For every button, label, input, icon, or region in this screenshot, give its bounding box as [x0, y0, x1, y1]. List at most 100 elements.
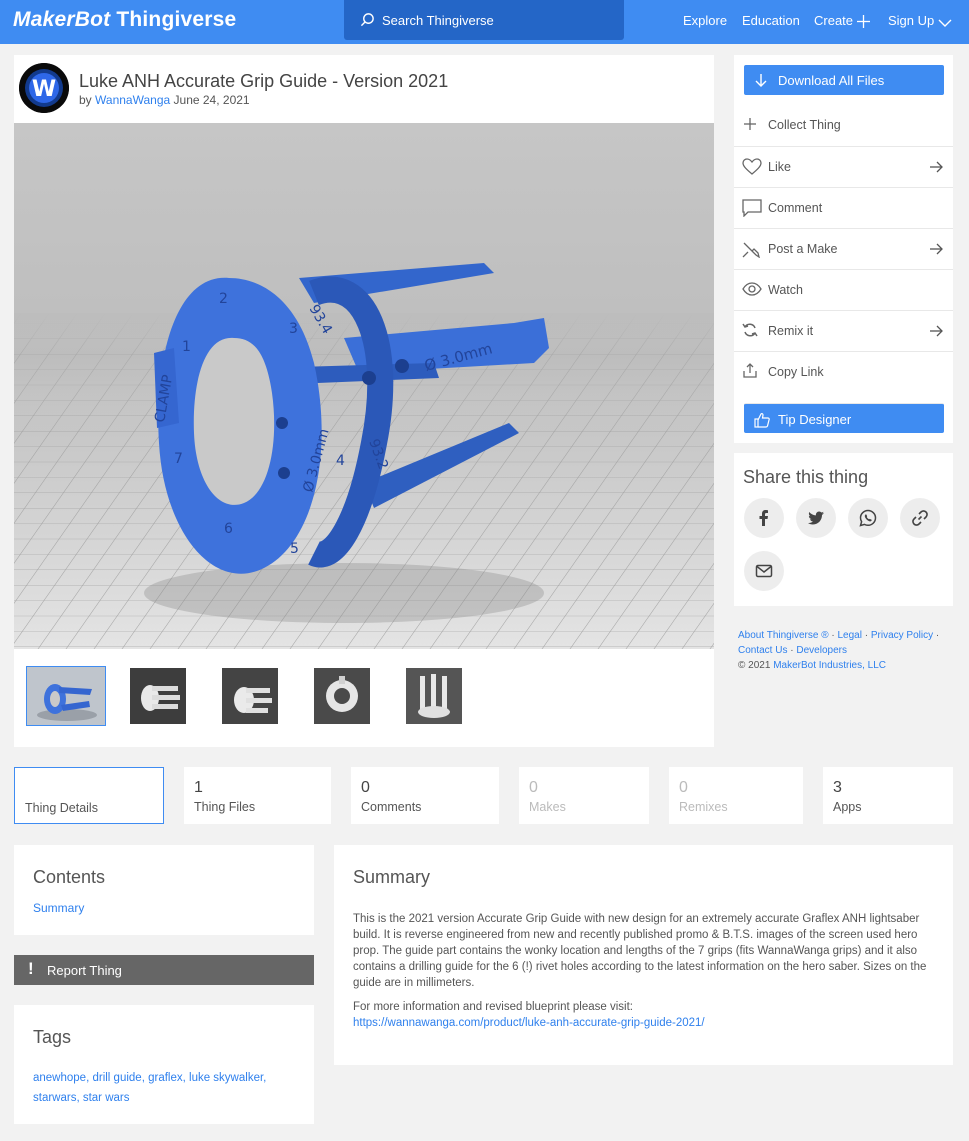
nav-explore[interactable]: Explore: [683, 13, 727, 28]
report-label: Report Thing: [47, 963, 122, 978]
svg-text:7: 7: [174, 451, 183, 467]
heart-icon: [742, 158, 762, 175]
thumbnail-image: [27, 667, 105, 725]
thumbnail-3[interactable]: [222, 668, 278, 724]
tab-remixes[interactable]: 0 Remixes: [669, 767, 803, 824]
thumbnail-4[interactable]: [314, 668, 370, 724]
nav-education[interactable]: Education: [742, 13, 800, 28]
facebook-share-button[interactable]: [744, 498, 784, 538]
main-image[interactable]: CLAMP Ø 3.0mm Ø 3.0mm 93.4 93.2 1 2 3 4 …: [14, 123, 714, 649]
footer-company-link[interactable]: MakerBot Industries, LLC: [773, 660, 886, 671]
search-icon: [360, 13, 374, 27]
site-footer: About Thingiverse ® · Legal · Privacy Po…: [738, 628, 963, 673]
actions-card: Download All Files Collect Thing Like Co…: [734, 55, 953, 443]
post-a-make-button[interactable]: Post a Make: [734, 228, 953, 269]
avatar[interactable]: W: [19, 63, 69, 113]
search-bar[interactable]: [344, 0, 624, 40]
summary-card: Summary This is the 2021 version Accurat…: [334, 845, 953, 1065]
collect-thing-button[interactable]: Collect Thing: [734, 105, 953, 146]
tab-label: Thing Details: [25, 801, 98, 815]
tag-link[interactable]: starwars: [33, 1092, 76, 1104]
link-share-button[interactable]: [900, 498, 940, 538]
footer-copyright: © 2021: [738, 660, 771, 671]
footer-sep: ·: [935, 630, 940, 641]
tab-thing-details[interactable]: Thing Details: [14, 767, 164, 824]
svg-text:W: W: [32, 77, 56, 102]
tab-count: 0: [361, 779, 370, 796]
email-share-button[interactable]: [744, 551, 784, 591]
thumbs-up-icon: [754, 412, 770, 428]
mail-icon: [755, 564, 773, 578]
summary-paragraph: For more information and revised bluepri…: [353, 1001, 633, 1013]
comment-button[interactable]: Comment: [734, 187, 953, 228]
footer-legal-link[interactable]: Legal: [837, 630, 861, 641]
tags-title: Tags: [33, 1027, 72, 1047]
comment-label: Comment: [768, 201, 823, 215]
thumbnail-image: [406, 668, 462, 724]
author-link[interactable]: WannaWanga: [95, 93, 170, 107]
thumbnail-image: [314, 668, 370, 724]
tab-apps[interactable]: 3 Apps: [823, 767, 953, 824]
tab-makes[interactable]: 0 Makes: [519, 767, 649, 824]
copy-link-button[interactable]: Copy Link: [734, 351, 953, 392]
copy-link-label: Copy Link: [768, 365, 824, 379]
tag-link[interactable]: graflex: [148, 1072, 183, 1084]
footer-contact-link[interactable]: Contact Us: [738, 645, 787, 656]
search-input[interactable]: [382, 10, 612, 30]
tab-label: Makes: [529, 800, 566, 814]
tag-link[interactable]: star wars: [83, 1092, 130, 1104]
remix-button[interactable]: Remix it: [734, 310, 953, 351]
tag-link[interactable]: drill guide: [92, 1072, 141, 1084]
tab-comments[interactable]: 0 Comments: [351, 767, 499, 824]
tag-link[interactable]: anewhope: [33, 1072, 86, 1084]
nav-sign-up[interactable]: Sign Up: [888, 13, 952, 28]
tag-list: anewhope, drill guide, graflex, luke sky…: [33, 1068, 293, 1108]
thumbnail-1[interactable]: [26, 666, 106, 726]
share-upload-icon: [743, 363, 757, 378]
thumbnail-5[interactable]: [406, 668, 462, 724]
blueprint-link[interactable]: https://wannawanga.com/product/luke-anh-…: [353, 1017, 705, 1029]
svg-text:1: 1: [182, 339, 191, 355]
share-card: Share this thing: [734, 453, 953, 606]
watch-button[interactable]: Watch: [734, 269, 953, 310]
model-render: CLAMP Ø 3.0mm Ø 3.0mm 93.4 93.2 1 2 3 4 …: [14, 123, 714, 649]
footer-privacy-link[interactable]: Privacy Policy: [871, 630, 933, 641]
publish-date: June 24, 2021: [173, 93, 250, 107]
footer-developers-link[interactable]: Developers: [796, 645, 847, 656]
twitter-share-button[interactable]: [796, 498, 836, 538]
tab-thing-files[interactable]: 1 Thing Files: [184, 767, 331, 824]
svg-text:6: 6: [224, 521, 233, 537]
tag-link[interactable]: luke skywalker: [189, 1072, 263, 1084]
nav-create[interactable]: Create: [814, 13, 871, 28]
thing-card: W Luke ANH Accurate Grip Guide - Version…: [14, 55, 714, 747]
remix-label: Remix it: [768, 324, 814, 338]
byline: by WannaWanga June 24, 2021: [79, 93, 250, 107]
like-button[interactable]: Like: [734, 146, 953, 187]
arrow-right-icon: [930, 243, 943, 255]
thumbnail-2[interactable]: [130, 668, 186, 724]
contents-summary-link[interactable]: Summary: [33, 901, 84, 915]
contents-title: Contents: [33, 867, 106, 887]
exclamation-icon: !: [28, 959, 34, 978]
twitter-icon: [808, 511, 824, 525]
tags-card: Tags anewhope, drill guide, graflex, luk…: [14, 1005, 314, 1124]
thumbnail-image: [130, 668, 186, 724]
summary-title: Summary: [353, 867, 431, 887]
footer-about-link[interactable]: About Thingiverse ®: [738, 630, 829, 641]
report-thing-button[interactable]: ! Report Thing: [14, 955, 314, 985]
by-label: by: [79, 93, 92, 107]
summary-paragraph: This is the 2021 version Accurate Grip G…: [353, 913, 927, 989]
facebook-icon: [759, 510, 768, 526]
tab-label: Remixes: [679, 800, 728, 814]
whatsapp-share-button[interactable]: [848, 498, 888, 538]
download-all-files-button[interactable]: Download All Files: [744, 65, 944, 95]
tab-label: Apps: [833, 800, 862, 814]
post-a-make-label: Post a Make: [768, 242, 838, 256]
download-label: Download All Files: [778, 73, 885, 88]
link-icon: [912, 510, 928, 526]
thingiverse-logo[interactable]: MakerBot Thingiverse: [13, 8, 236, 32]
chevron-down-icon: [938, 19, 952, 27]
download-arrow-icon: [755, 74, 767, 87]
tip-designer-button[interactable]: Tip Designer: [744, 403, 944, 433]
footer-sep: ·: [790, 645, 794, 656]
